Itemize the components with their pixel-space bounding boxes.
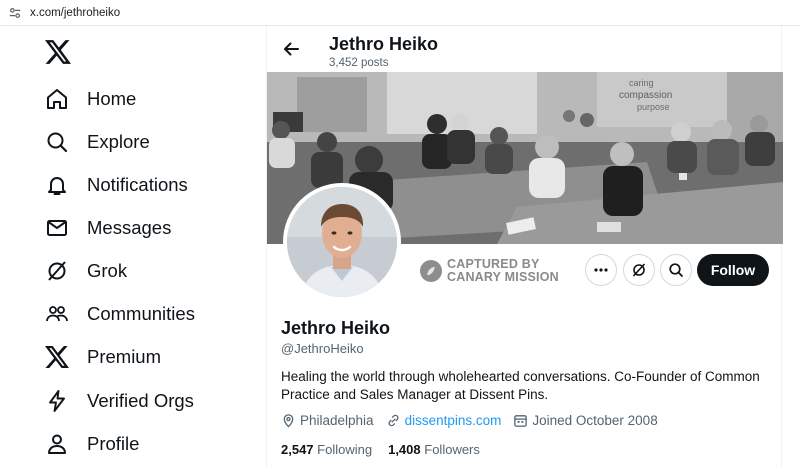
sidebar-item-label: Explore [87, 131, 150, 152]
following-link[interactable]: 2,547 Following [281, 442, 372, 457]
person-icon [44, 431, 70, 457]
sidebar-item-label: Notifications [87, 174, 188, 195]
url-text[interactable]: x.com/jethroheiko [30, 7, 120, 19]
x-logo-icon[interactable] [45, 40, 71, 64]
sidebar-item-grok[interactable]: Grok [44, 251, 127, 291]
link-icon [388, 414, 399, 427]
grok-icon [44, 258, 70, 284]
sidebar: Home Explore Notifications Messages Grok… [0, 26, 266, 467]
followers-link[interactable]: 1,408 Followers [388, 442, 480, 457]
search-profile-button[interactable] [660, 254, 692, 286]
sidebar-item-explore[interactable]: Explore [44, 122, 150, 162]
sidebar-item-messages[interactable]: Messages [44, 208, 171, 248]
follow-stats: 2,547 Following 1,408 Followers [281, 442, 496, 457]
followers-count: 1,408 [388, 442, 421, 457]
profile-handle: @JethroHeiko [281, 341, 364, 356]
location-pin-icon [283, 414, 294, 428]
profile-meta: Philadelphia dissentpins.com Joined Octo… [281, 413, 670, 428]
sidebar-item-label: Grok [87, 260, 128, 281]
bell-icon [44, 172, 70, 198]
following-label: Following [317, 442, 373, 457]
sidebar-item-verified-orgs[interactable]: Verified Orgs [44, 381, 194, 421]
website-link[interactable]: dissentpins.com [405, 413, 502, 428]
canary-seal-icon [420, 260, 442, 282]
sidebar-item-profile[interactable]: Profile [44, 424, 139, 464]
sidebar-item-label: Home [87, 88, 137, 109]
profile-bio: Healing the world through wholehearted c… [281, 369, 760, 402]
back-arrow-icon[interactable] [281, 39, 301, 59]
home-icon [44, 86, 70, 112]
sidebar-item-label: Premium [87, 346, 162, 367]
followers-label: Followers [424, 442, 480, 457]
sidebar-item-label: Verified Orgs [87, 390, 194, 411]
avatar[interactable] [283, 183, 401, 301]
address-bar[interactable]: x.com/jethroheiko [0, 0, 800, 26]
x-logo-icon [44, 344, 70, 370]
following-count: 2,547 [281, 442, 314, 457]
banner-word: purpose [637, 102, 670, 112]
join-date: Joined October 2008 [513, 413, 658, 428]
sidebar-item-premium[interactable]: Premium [44, 337, 161, 377]
grok-icon [632, 263, 646, 277]
search-icon [669, 263, 683, 277]
sidebar-item-communities[interactable]: Communities [44, 294, 195, 334]
follow-button[interactable]: Follow [697, 254, 769, 286]
profile-column: Jethro Heiko 3,452 posts caring compassi… [266, 26, 783, 467]
website[interactable]: dissentpins.com [386, 413, 502, 428]
site-settings-icon[interactable] [8, 6, 22, 20]
banner-word: caring [629, 78, 654, 88]
sidebar-item-label: Profile [87, 433, 140, 454]
header-post-count: 3,452 posts [329, 57, 389, 69]
profile-name: Jethro Heiko [281, 318, 391, 338]
sidebar-item-home[interactable]: Home [44, 79, 136, 119]
people-icon [44, 301, 70, 327]
header-title: Jethro Heiko [329, 34, 439, 54]
more-dots-icon [594, 268, 608, 272]
sidebar-item-label: Communities [87, 303, 195, 324]
stamp-line-2: CANARY MISSION [447, 270, 559, 284]
location: Philadelphia [281, 413, 374, 428]
joined-text: Joined October 2008 [532, 413, 658, 428]
stamp-line-1: CAPTURED BY [447, 257, 540, 271]
grok-button[interactable] [623, 254, 655, 286]
location-text: Philadelphia [300, 413, 374, 428]
sidebar-item-notifications[interactable]: Notifications [44, 165, 188, 205]
calendar-icon [514, 415, 528, 427]
watermark-stamp: CAPTURED BY CANARY MISSION [420, 258, 559, 284]
lightning-icon [44, 388, 70, 414]
search-icon [44, 129, 70, 155]
more-button[interactable] [585, 254, 617, 286]
envelope-icon [44, 215, 70, 241]
sidebar-item-label: Messages [87, 217, 172, 238]
banner-word: compassion [619, 90, 672, 101]
